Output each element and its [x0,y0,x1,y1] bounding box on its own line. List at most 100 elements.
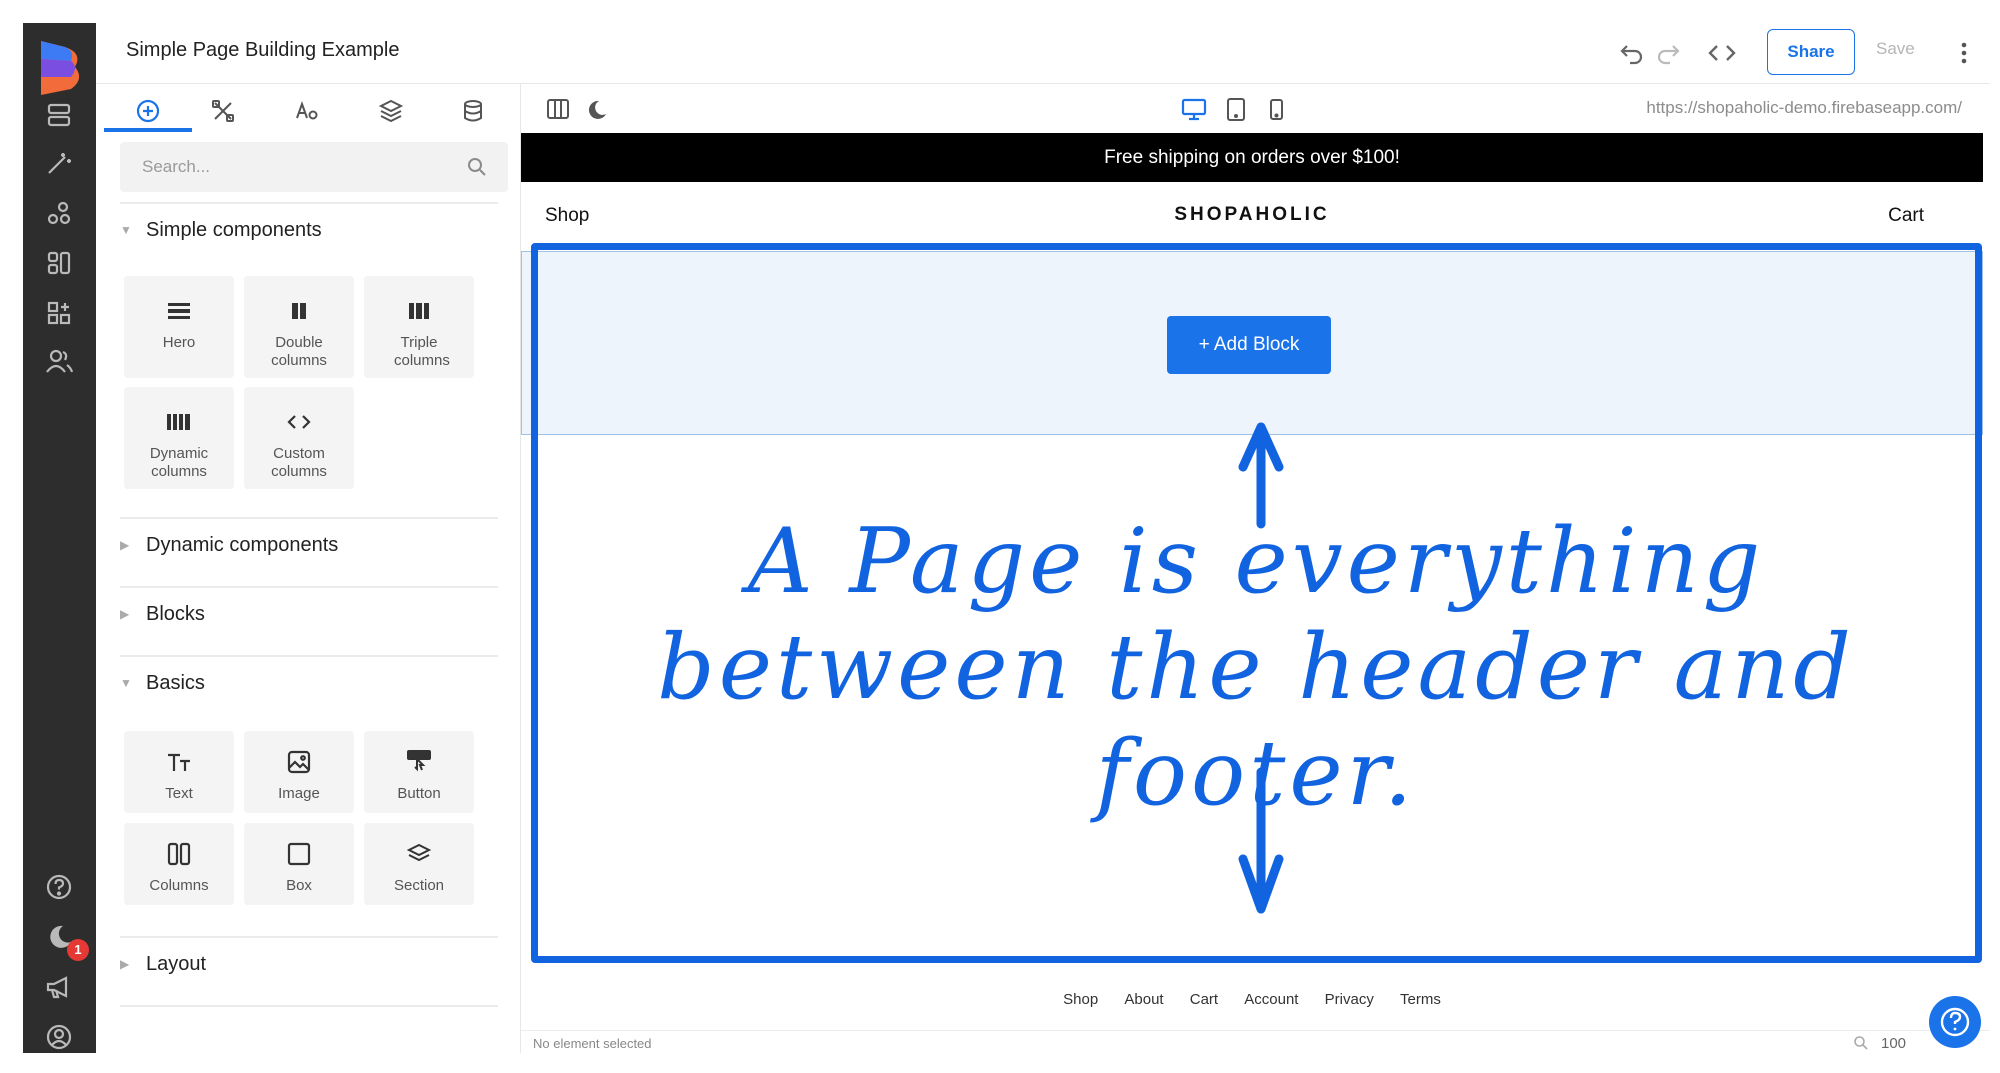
footer-links: Shop About Cart Account Privacy Terms [521,991,1983,1008]
dynamic-columns-icon [164,407,194,437]
footer-link-shop[interactable]: Shop [1063,991,1098,1008]
app-logo[interactable] [35,37,85,97]
section-layout[interactable]: ▶ Layout [120,949,206,979]
footer-link-privacy[interactable]: Privacy [1325,991,1374,1008]
desktop-icon[interactable] [1179,94,1209,124]
status-bar: No element selected 100 [521,1030,1990,1054]
image-icon [284,747,314,777]
more-options-icon[interactable] [1948,37,1980,69]
users-icon[interactable] [43,345,75,377]
typography-icon[interactable] [290,94,324,128]
columns-icon [164,839,194,869]
data-icon[interactable] [43,247,75,279]
nav-link-cart[interactable]: Cart [1888,205,1924,227]
button-icon [404,747,434,777]
undo-icon[interactable] [1616,37,1648,69]
divider [120,936,498,938]
footer-link-terms[interactable]: Terms [1400,991,1441,1008]
divider [120,517,498,519]
component-columns[interactable]: Columns [124,823,234,905]
text-icon [164,747,194,777]
component-label: Columns [149,877,209,894]
layers-icon[interactable] [374,94,408,128]
left-rail: 1 [23,23,96,1053]
search-input[interactable]: Search... [120,142,508,192]
zoom-level[interactable]: 100 [1881,1035,1906,1052]
announcement-bar: Free shipping on orders over $100! [521,133,1983,182]
zoom-icon[interactable] [1853,1035,1869,1051]
search-icon[interactable] [466,156,488,178]
component-section[interactable]: Section [364,823,474,905]
component-label: Text [165,785,193,802]
apps-icon[interactable] [43,297,75,329]
top-bar: Simple Page Building Example Share Save [96,23,1990,83]
component-label: Section [393,877,445,894]
component-label: Double columns [271,334,327,369]
brand-logo-text[interactable]: SHOPAHOLIC [521,204,1983,226]
add-icon[interactable] [131,94,165,128]
triple-columns-icon [404,296,434,326]
code-icon[interactable] [1706,37,1738,69]
annotation-line-1: A Page is everything [747,509,1765,614]
page-title: Simple Page Building Example [126,39,400,61]
chevron-down-icon: ▼ [120,676,132,690]
section-dynamic-components[interactable]: ▶ Dynamic components [120,530,338,560]
component-box[interactable]: Box [244,823,354,905]
component-image[interactable]: Image [244,731,354,813]
section-label: Dynamic components [146,533,339,556]
hero-icon [164,296,194,326]
announcements-icon[interactable] [43,971,75,1003]
footer-link-about[interactable]: About [1124,991,1163,1008]
section-blocks[interactable]: ▶ Blocks [120,599,205,629]
database-icon[interactable] [456,94,490,128]
preview-url[interactable]: https://shopaholic-demo.firebaseapp.com/ [1646,98,1962,118]
section-basics[interactable]: ▼ Basics [120,668,205,698]
magic-wand-icon[interactable] [43,147,75,179]
chevron-right-icon: ▶ [120,957,130,971]
tablet-icon[interactable] [1221,94,1251,124]
redo-icon[interactable] [1652,37,1684,69]
save-button[interactable]: Save [1876,39,1915,59]
columns-toggle-icon[interactable] [543,94,573,124]
chevron-right-icon: ▶ [120,607,130,621]
component-hero[interactable]: Hero [124,276,234,378]
component-label: Box [286,877,312,894]
share-button[interactable]: Share [1767,29,1855,75]
canvas-area: https://shopaholic-demo.firebaseapp.com/… [521,83,1990,1053]
component-label: Image [278,785,320,802]
layers-icon [404,839,434,869]
chevron-down-icon: ▼ [120,223,132,237]
component-label: Custom columns [271,445,327,480]
dark-mode-icon[interactable] [581,94,611,124]
section-label: Simple components [146,218,322,241]
arrow-down-icon [1238,767,1284,914]
code-icon [284,407,314,437]
component-triple-columns[interactable]: Triple columns [364,276,474,378]
component-label: Button [397,785,441,802]
component-custom-columns[interactable]: Custom columns [244,387,354,489]
divider [120,202,498,204]
help-button[interactable] [1929,996,1981,1048]
component-double-columns[interactable]: Double columns [244,276,354,378]
section-label: Blocks [146,602,205,625]
notification-badge: 1 [67,939,89,961]
section-simple-components[interactable]: ▼ Simple components [120,215,322,245]
component-dynamic-columns[interactable]: Dynamic columns [124,387,234,489]
integrations-icon[interactable] [43,197,75,229]
storage-icon[interactable] [43,99,75,131]
footer-link-account[interactable]: Account [1244,991,1298,1008]
component-button[interactable]: Button [364,731,474,813]
component-label: Hero [162,334,196,351]
mobile-icon[interactable] [1261,94,1291,124]
divider [120,586,498,588]
help-icon[interactable] [43,871,75,903]
help-icon [1940,1007,1970,1037]
tools-icon[interactable] [206,94,240,128]
component-text[interactable]: Text [124,731,234,813]
box-icon [284,839,314,869]
active-tab-indicator [104,128,192,132]
section-label: Basics [146,671,205,694]
footer-link-cart[interactable]: Cart [1190,991,1218,1008]
divider [120,655,498,657]
account-icon[interactable] [43,1021,75,1053]
